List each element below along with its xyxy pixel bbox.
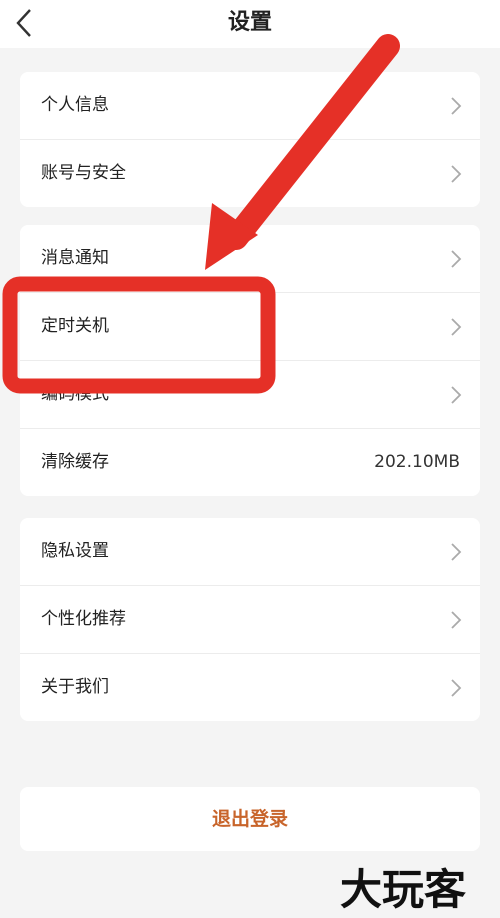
row-label: 清除缓存 [41,452,109,472]
chevron-right-icon [451,97,462,115]
chevron-right-icon [451,165,462,183]
row-label: 个性化推荐 [41,609,126,629]
top-bar: 设置 [0,0,500,48]
row-account-security[interactable]: 账号与安全 [20,140,480,207]
chevron-right-icon [451,611,462,629]
row-about-us[interactable]: 关于我们 [20,654,480,721]
row-privacy[interactable]: 隐私设置 [20,518,480,586]
row-label: 隐私设置 [41,541,109,561]
row-label: 关于我们 [41,677,109,697]
settings-group-2: 消息通知 定时关机 编码模式 清除缓存 202.10MB [20,225,480,496]
row-personal-info[interactable]: 个人信息 [20,72,480,140]
cache-size-value: 202.10MB [374,452,460,472]
row-encoding-mode[interactable]: 编码模式 [20,361,480,429]
chevron-right-icon [451,543,462,561]
watermark-logo: 大玩客 [340,865,466,914]
row-clear-cache[interactable]: 清除缓存 202.10MB [20,429,480,496]
row-personalized-recommend[interactable]: 个性化推荐 [20,586,480,654]
watermark-text: 大玩客 [340,865,466,914]
settings-group-3: 隐私设置 个性化推荐 关于我们 [20,518,480,721]
chevron-right-icon [451,386,462,404]
row-label: 消息通知 [41,248,109,268]
row-label: 账号与安全 [41,163,126,183]
row-label: 定时关机 [41,316,109,336]
chevron-right-icon [451,250,462,268]
chevron-right-icon [451,318,462,336]
chevron-right-icon [451,679,462,697]
row-timed-shutdown[interactable]: 定时关机 [20,293,480,361]
logout-button[interactable]: 退出登录 [20,787,480,851]
settings-group-1: 个人信息 账号与安全 [20,72,480,207]
row-notifications[interactable]: 消息通知 [20,225,480,293]
row-label: 个人信息 [41,95,109,115]
row-label: 编码模式 [41,384,109,404]
page-title: 设置 [227,10,272,35]
